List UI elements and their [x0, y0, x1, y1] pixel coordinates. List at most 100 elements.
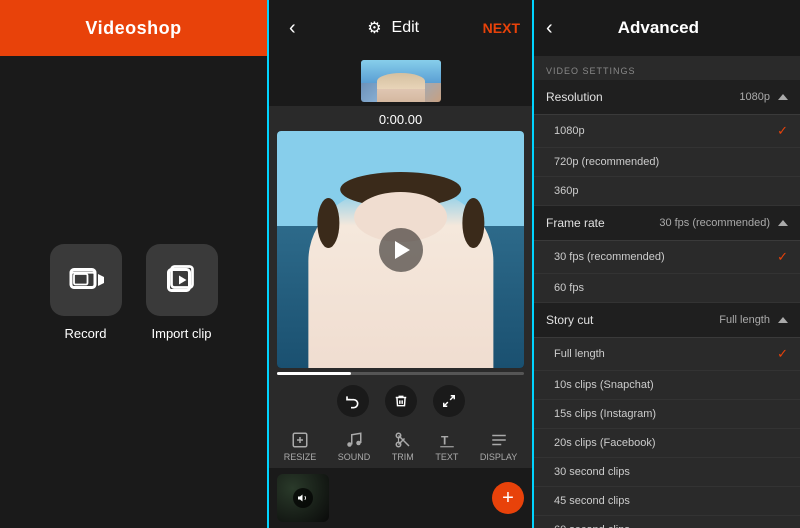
- toolbar-text[interactable]: T TEXT: [435, 431, 458, 462]
- sound-icon: [345, 431, 363, 449]
- record-button[interactable]: Record: [50, 244, 122, 341]
- undo-button[interactable]: [337, 385, 369, 417]
- panel3-back-button[interactable]: ‹: [546, 17, 553, 40]
- delete-button[interactable]: [385, 385, 417, 417]
- resolution-chevron-icon: [778, 94, 788, 100]
- panel-advanced: ‹ Advanced VIDEO SETTINGS Resolution 108…: [534, 0, 800, 528]
- panel1-header: Videoshop: [0, 0, 267, 56]
- storycut-option-60s[interactable]: 60 second clips: [534, 516, 800, 528]
- res-1080p-check: ✓: [777, 123, 788, 139]
- trim-icon: [394, 431, 412, 449]
- resolution-option-720p[interactable]: 720p (recommended): [534, 148, 800, 177]
- toolbar-display[interactable]: DISPLAY: [480, 431, 517, 462]
- record-label: Record: [65, 326, 107, 341]
- progress-fill: [277, 372, 351, 375]
- panel3-title: Advanced: [618, 18, 699, 38]
- resolution-value: 1080p: [739, 91, 788, 103]
- framerate-chevron-icon: [778, 220, 788, 226]
- panel3-header: ‹ Advanced: [534, 0, 800, 56]
- svg-text:T: T: [441, 434, 449, 448]
- fps30-check: ✓: [777, 249, 788, 265]
- panel1-title: Videoshop: [85, 18, 181, 39]
- text-icon: T: [438, 431, 456, 449]
- storycut-option-15s[interactable]: 15s clips (Instagram): [534, 400, 800, 429]
- gear-icon[interactable]: ⚙: [367, 18, 381, 38]
- storycut-45s-label: 45 second clips: [554, 495, 630, 507]
- resolution-label: Resolution: [546, 90, 603, 104]
- panel2-title: Edit: [392, 19, 420, 37]
- resize-label: RESIZE: [284, 452, 317, 462]
- add-clip-button[interactable]: +: [492, 482, 524, 514]
- res-360p-label: 360p: [554, 185, 578, 197]
- framerate-option-60[interactable]: 60 fps: [534, 274, 800, 303]
- storycut-chevron-icon: [778, 317, 788, 323]
- storycut-30s-label: 30 second clips: [554, 466, 630, 478]
- resolution-option-360p[interactable]: 360p: [534, 177, 800, 206]
- sound-label: SOUND: [338, 452, 371, 462]
- storycut-header[interactable]: Story cut Full length: [534, 303, 800, 338]
- video-thumbnail: [361, 60, 441, 102]
- res-720p-label: 720p (recommended): [554, 156, 659, 168]
- import-label: Import clip: [152, 326, 212, 341]
- hair-right: [462, 198, 484, 248]
- framerate-option-30[interactable]: 30 fps (recommended) ✓: [534, 241, 800, 274]
- expand-button[interactable]: [433, 385, 465, 417]
- video-preview[interactable]: [277, 131, 524, 368]
- import-icon-box: [146, 244, 218, 316]
- record-icon-box: [50, 244, 122, 316]
- import-icon: [164, 262, 200, 298]
- storycut-option-10s[interactable]: 10s clips (Snapchat): [534, 371, 800, 400]
- framerate-value: 30 fps (recommended): [659, 217, 788, 229]
- panel1-content: Record Import clip: [50, 56, 218, 528]
- storycut-60s-label: 60 second clips: [554, 524, 630, 528]
- display-icon: [490, 431, 508, 449]
- framerate-label: Frame rate: [546, 216, 605, 230]
- video-subject: [308, 190, 493, 368]
- next-button[interactable]: NEXT: [483, 20, 520, 36]
- storycut-option-30s[interactable]: 30 second clips: [534, 458, 800, 487]
- video-settings-label: VIDEO SETTINGS: [534, 56, 800, 80]
- storycut-value: Full length: [719, 314, 788, 326]
- timer-display: 0:00.00: [269, 106, 532, 131]
- storycut-option-45s[interactable]: 45 second clips: [534, 487, 800, 516]
- panel-videoshop: Videoshop Record: [0, 0, 267, 528]
- storycut-label: Story cut: [546, 313, 593, 327]
- timer-value: 0:00.00: [379, 112, 422, 127]
- fps30-label: 30 fps (recommended): [554, 251, 665, 263]
- fps60-label: 60 fps: [554, 282, 584, 294]
- panel2-header: ‹ ⚙ Edit NEXT: [269, 0, 532, 56]
- storycut-option-20s[interactable]: 20s clips (Facebook): [534, 429, 800, 458]
- storycut-full-check: ✓: [777, 346, 788, 362]
- panel2-back-button[interactable]: ‹: [281, 13, 304, 44]
- clip-strip: +: [269, 468, 532, 528]
- storycut-option-full[interactable]: Full length ✓: [534, 338, 800, 371]
- toolbar-row: RESIZE SOUND TRIM T TEXT DISPLAY: [269, 423, 532, 468]
- progress-bar[interactable]: [277, 372, 524, 375]
- resolution-option-1080p[interactable]: 1080p ✓: [534, 115, 800, 148]
- res-1080p-label: 1080p: [554, 125, 585, 137]
- speaker-icon: [293, 488, 313, 508]
- panel-edit: ‹ ⚙ Edit NEXT 0:00.00: [267, 0, 534, 528]
- camera-icon: [68, 262, 104, 298]
- storycut-15s-label: 15s clips (Instagram): [554, 408, 656, 420]
- trim-label: TRIM: [392, 452, 414, 462]
- clip-thumbnail[interactable]: [277, 474, 329, 522]
- resize-icon: [291, 431, 309, 449]
- play-button[interactable]: [379, 228, 423, 272]
- resolution-header[interactable]: Resolution 1080p: [534, 80, 800, 115]
- settings-content: VIDEO SETTINGS Resolution 1080p 1080p ✓ …: [534, 56, 800, 528]
- toolbar-resize[interactable]: RESIZE: [284, 431, 317, 462]
- hair-left: [317, 198, 339, 248]
- toolbar-trim[interactable]: TRIM: [392, 431, 414, 462]
- display-label: DISPLAY: [480, 452, 517, 462]
- import-clip-button[interactable]: Import clip: [146, 244, 218, 341]
- framerate-header[interactable]: Frame rate 30 fps (recommended): [534, 206, 800, 241]
- storycut-full-label: Full length: [554, 348, 605, 360]
- storycut-20s-label: 20s clips (Facebook): [554, 437, 656, 449]
- toolbar-sound[interactable]: SOUND: [338, 431, 371, 462]
- thumbnail-strip: [269, 56, 532, 106]
- storycut-10s-label: 10s clips (Snapchat): [554, 379, 654, 391]
- text-label: TEXT: [435, 452, 458, 462]
- controls-row: [269, 379, 532, 423]
- panel2-header-right: ⚙ Edit: [367, 18, 419, 38]
